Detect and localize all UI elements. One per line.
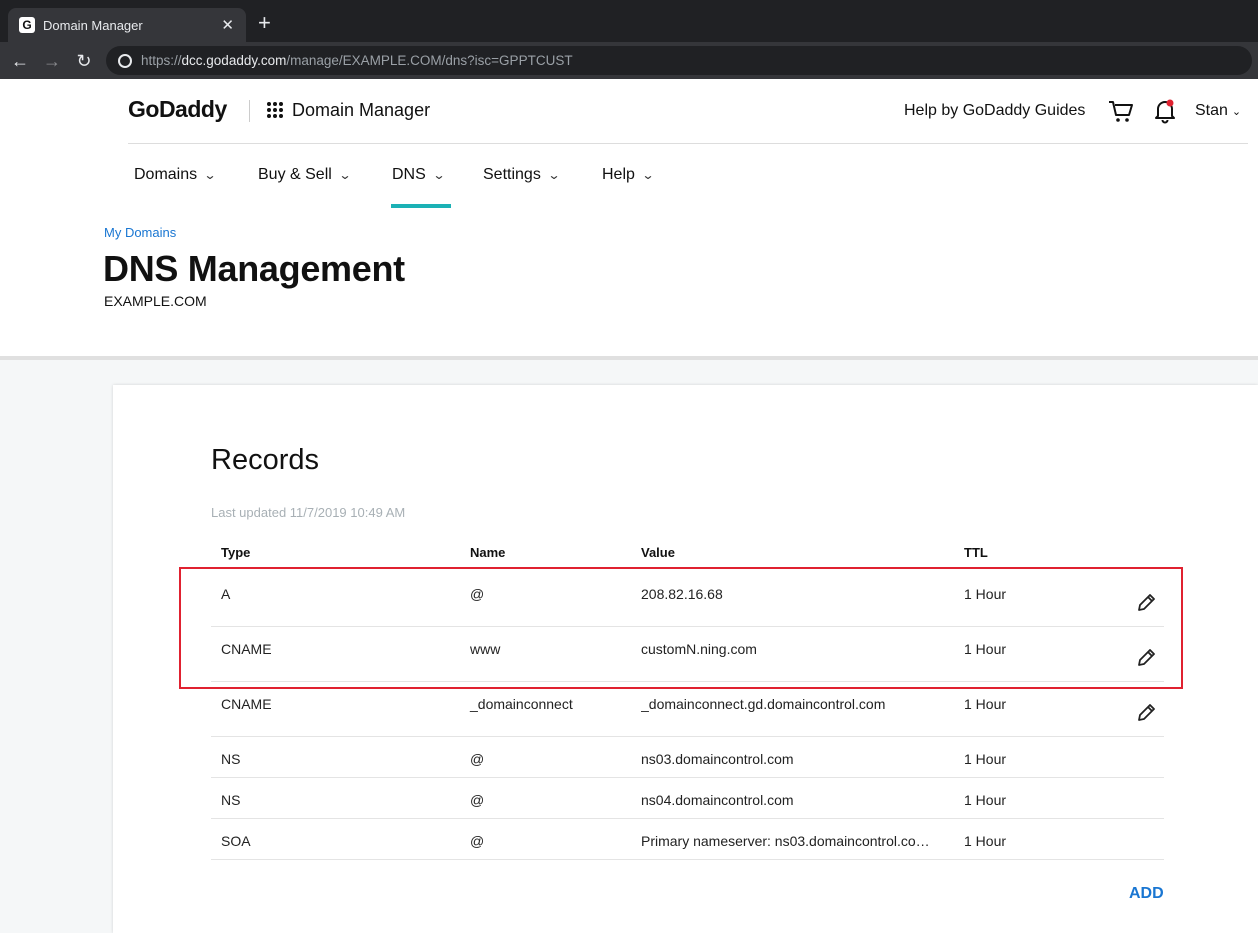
- table-row: NS @ ns03.domaincontrol.com 1 Hour: [211, 737, 1164, 778]
- chevron-down-icon: ⌄: [547, 168, 561, 182]
- table-row: SOA @ Primary nameserver: ns03.domaincon…: [211, 819, 1164, 860]
- table-row: NS @ ns04.domaincontrol.com 1 Hour: [211, 778, 1164, 819]
- logo-divider: [249, 100, 250, 122]
- add-record-button[interactable]: ADD: [1129, 885, 1164, 903]
- last-updated: Last updated 11/7/2019 10:49 AM: [211, 505, 406, 520]
- column-header-value: Value: [641, 545, 675, 560]
- tab-title: Domain Manager: [43, 17, 143, 33]
- record-type: A: [221, 586, 231, 602]
- record-type: SOA: [221, 833, 251, 849]
- user-menu[interactable]: Stan ⌄: [1195, 102, 1241, 120]
- reload-icon[interactable]: ↻: [72, 49, 96, 73]
- chevron-down-icon: ⌄: [432, 168, 446, 182]
- nav-settings[interactable]: Settings ⌄: [483, 166, 561, 184]
- record-type: CNAME: [221, 641, 272, 657]
- record-ttl: 1 Hour: [964, 751, 1007, 767]
- record-name: www: [470, 641, 501, 657]
- product-name[interactable]: Domain Manager: [292, 100, 430, 121]
- breadcrumb-my-domains[interactable]: My Domains: [104, 225, 176, 240]
- record-name: @: [470, 792, 485, 808]
- browser-tab[interactable]: G Domain Manager ✕: [8, 8, 246, 42]
- record-value: 208.82.16.68: [641, 586, 723, 602]
- records-title: Records: [211, 444, 319, 476]
- record-value: _domainconnect.gd.domaincontrol.com: [641, 696, 886, 712]
- chevron-down-icon: ⌄: [338, 168, 352, 182]
- chevron-down-icon: ⌄: [641, 168, 655, 182]
- domain-name: EXAMPLE.COM: [104, 293, 207, 309]
- pencil-edit-icon[interactable]: [1135, 592, 1157, 614]
- table-row: A @ 208.82.16.68 1 Hour: [211, 572, 1164, 627]
- address-bar[interactable]: https://dcc.godaddy.com/manage/EXAMPLE.C…: [106, 46, 1252, 75]
- record-ttl: 1 Hour: [964, 792, 1007, 808]
- record-value: ns04.domaincontrol.com: [641, 792, 794, 808]
- active-tab-indicator: [391, 204, 451, 208]
- nav-domains[interactable]: Domains ⌄: [134, 166, 217, 184]
- forward-arrow-icon[interactable]: →: [40, 49, 64, 73]
- browser-tabstrip: G Domain Manager ✕ +: [0, 0, 1258, 42]
- header-divider: [128, 143, 1248, 144]
- table-row: CNAME _domainconnect _domainconnect.gd.d…: [211, 682, 1164, 737]
- url-text: https://dcc.godaddy.com/manage/EXAMPLE.C…: [141, 53, 573, 68]
- chevron-down-icon: ⌄: [1231, 106, 1242, 118]
- pencil-edit-icon[interactable]: [1135, 702, 1157, 724]
- help-guides-link[interactable]: Help by GoDaddy Guides: [904, 102, 1085, 120]
- column-header-name: Name: [470, 545, 506, 560]
- page-title: DNS Management: [103, 248, 405, 289]
- apps-grid-icon[interactable]: [267, 102, 283, 118]
- record-type: CNAME: [221, 696, 272, 712]
- table-row: CNAME www customN.ning.com 1 Hour: [211, 627, 1164, 682]
- record-value: Primary nameserver: ns03.domaincontrol.c…: [641, 833, 930, 849]
- record-ttl: 1 Hour: [964, 696, 1007, 712]
- record-ttl: 1 Hour: [964, 586, 1007, 602]
- nav-help[interactable]: Help ⌄: [602, 166, 655, 184]
- column-header-type: Type: [221, 545, 251, 560]
- column-header-ttl: TTL: [964, 545, 988, 560]
- record-name: @: [470, 833, 485, 849]
- globe-icon: [118, 53, 132, 68]
- record-value: ns03.domaincontrol.com: [641, 751, 794, 767]
- godaddy-favicon-icon: G: [19, 17, 35, 33]
- chevron-down-icon: ⌄: [203, 168, 217, 182]
- record-name: _domainconnect: [470, 696, 573, 712]
- record-name: @: [470, 586, 485, 602]
- record-type: NS: [221, 751, 241, 767]
- back-arrow-icon[interactable]: ←: [8, 49, 32, 73]
- record-ttl: 1 Hour: [964, 641, 1007, 657]
- nav-buy-sell[interactable]: Buy & Sell ⌄: [258, 166, 352, 184]
- record-ttl: 1 Hour: [964, 833, 1007, 849]
- browser-toolbar: ← → ↻ https://dcc.godaddy.com/manage/EXA…: [0, 42, 1258, 79]
- close-tab-icon[interactable]: ✕: [221, 16, 234, 34]
- godaddy-logo[interactable]: GoDaddy: [128, 96, 227, 123]
- record-value: customN.ning.com: [641, 641, 757, 657]
- nav-dns[interactable]: DNS ⌄: [392, 166, 446, 184]
- record-name: @: [470, 751, 485, 767]
- bell-icon[interactable]: [1153, 98, 1177, 124]
- cart-icon[interactable]: [1108, 99, 1134, 123]
- new-tab-icon[interactable]: +: [258, 12, 271, 34]
- pencil-edit-icon[interactable]: [1135, 647, 1157, 669]
- record-type: NS: [221, 792, 241, 808]
